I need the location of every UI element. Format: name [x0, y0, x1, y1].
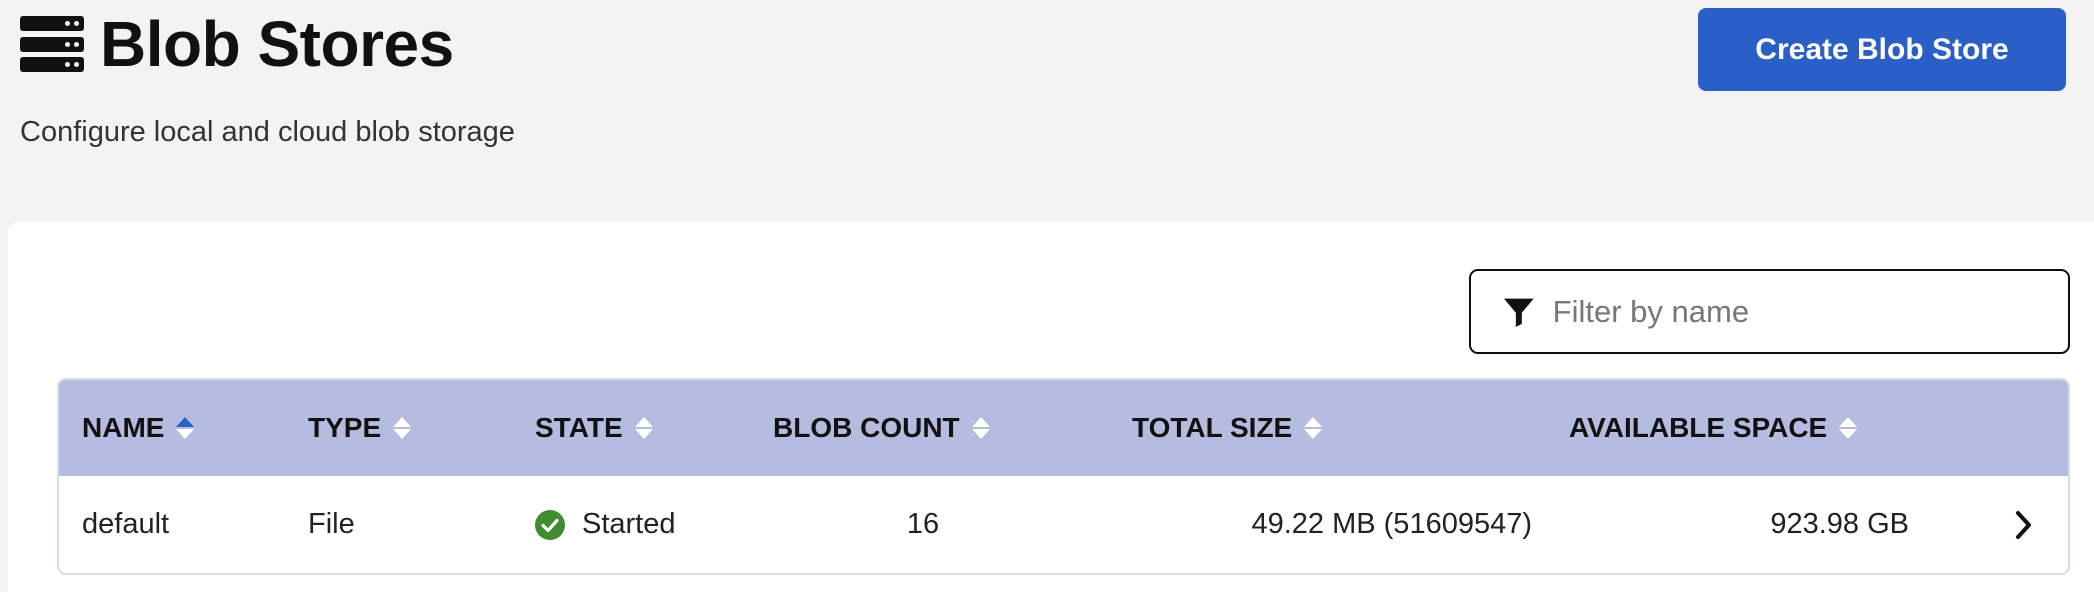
column-label: STATE — [535, 412, 623, 443]
column-header-total-size[interactable]: TOTAL SIZE — [1132, 380, 1323, 476]
sort-icon — [176, 417, 195, 439]
blob-stores-page: Blob Stores Configure local and cloud bl… — [0, 0, 2094, 592]
column-label: NAME — [82, 412, 165, 443]
column-header-blob-count[interactable]: BLOB COUNT — [773, 380, 990, 476]
cell-available-space: 923.98 GB — [1770, 508, 1909, 540]
chevron-right-icon — [2016, 510, 2031, 539]
page-title: Blob Stores — [100, 8, 454, 80]
sort-icon — [393, 417, 412, 439]
column-label: AVAILABLE SPACE — [1569, 412, 1828, 443]
column-header-name[interactable]: NAME — [82, 380, 195, 476]
sort-icon — [1839, 417, 1858, 439]
column-label: BLOB COUNT — [773, 412, 960, 443]
column-label: TOTAL SIZE — [1132, 412, 1293, 443]
sort-icon — [971, 417, 990, 439]
blob-stores-table: NAME TYPE STATE BLOB COUNT TOTAL SIZE AV… — [57, 378, 2070, 575]
column-header-state[interactable]: STATE — [535, 380, 653, 476]
filter-icon — [1503, 298, 1534, 327]
page-subtitle: Configure local and cloud blob storage — [20, 116, 515, 148]
state-label: Started — [582, 508, 676, 540]
row-open-chevron[interactable] — [2013, 476, 2035, 573]
blob-stores-card: NAME TYPE STATE BLOB COUNT TOTAL SIZE — [8, 222, 2094, 592]
create-blob-store-button[interactable]: Create Blob Store — [1698, 8, 2066, 91]
filter-input[interactable] — [1552, 293, 2068, 330]
cell-total-size: 49.22 MB (51609547) — [1251, 508, 1532, 540]
cell-state: Started — [535, 476, 676, 573]
column-label: TYPE — [308, 412, 382, 443]
server-stack-icon — [20, 16, 84, 72]
sort-icon — [1304, 417, 1323, 439]
check-circle-icon — [535, 509, 565, 540]
cell-blob-count: 16 — [906, 508, 940, 540]
column-header-type[interactable]: TYPE — [308, 380, 412, 476]
column-header-available-space[interactable]: AVAILABLE SPACE — [1569, 380, 1858, 476]
page-header: Blob Stores — [20, 12, 454, 76]
table-row[interactable]: default File Started 16 49.22 MB (516095… — [59, 476, 2068, 573]
table-header: NAME TYPE STATE BLOB COUNT TOTAL SIZE AV… — [59, 380, 2068, 476]
cell-name: default — [82, 508, 170, 540]
filter-field[interactable] — [1469, 269, 2070, 354]
sort-icon — [634, 417, 653, 439]
cell-type: File — [308, 508, 355, 540]
